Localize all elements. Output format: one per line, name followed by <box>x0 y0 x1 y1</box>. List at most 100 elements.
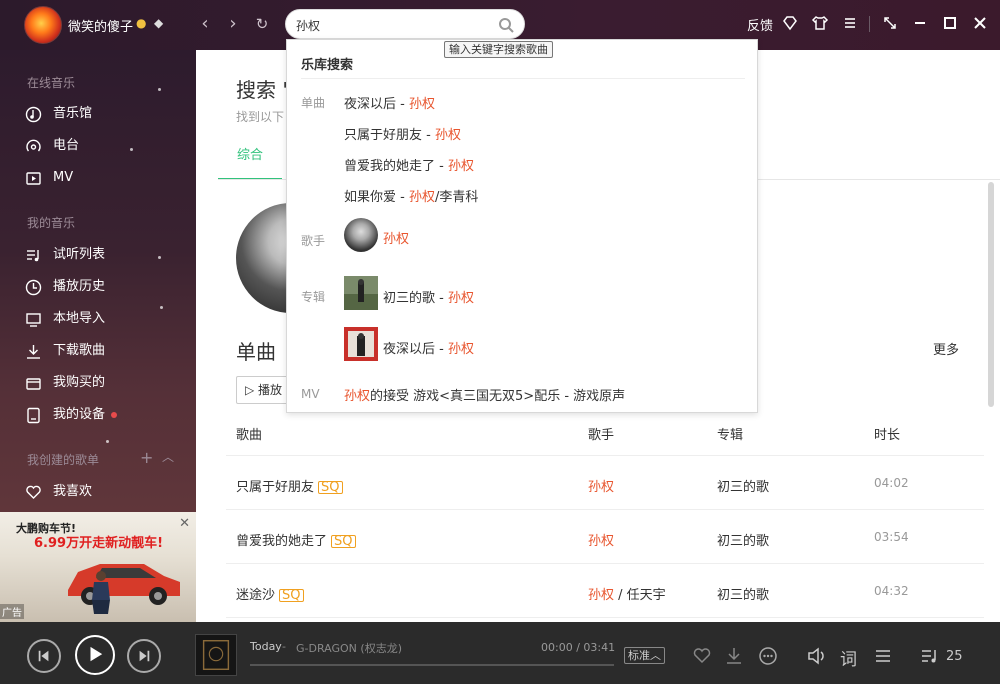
search-input[interactable] <box>296 16 486 34</box>
avatar[interactable] <box>24 6 62 44</box>
back-icon[interactable]: ‹ <box>194 13 216 35</box>
notification-dot <box>111 411 118 418</box>
more-link[interactable]: 更多 <box>933 339 959 358</box>
download-icon <box>27 345 40 359</box>
minimize-icon[interactable] <box>911 14 929 32</box>
previous-icon[interactable] <box>27 639 61 673</box>
ad-label: 广告 <box>0 604 24 619</box>
diamond-icon[interactable] <box>781 14 799 32</box>
suggestion-album[interactable]: 夜深以后 - 孙权 <box>383 338 474 357</box>
play-icon[interactable] <box>75 635 115 675</box>
album-cover[interactable] <box>344 327 378 361</box>
play-mode-icon[interactable] <box>873 646 893 666</box>
menu-icon[interactable] <box>841 14 859 32</box>
search-result-subtitle: 找到以下 <box>236 110 285 124</box>
play-all-button[interactable]: ▷ 播放 <box>236 376 292 404</box>
singer-avatar[interactable] <box>344 218 378 252</box>
suggestion-song[interactable]: 只属于好朋友 - 孙权 <box>344 124 461 143</box>
suggestion-song[interactable]: 如果你爱 - 孙权/李青科 <box>344 186 478 205</box>
suggestion-mv-title: 的接受 游戏<真三国无双5>配乐 - 游戏原声 <box>370 389 626 404</box>
tab-overview[interactable]: 综合 <box>218 146 282 180</box>
lyrics-button[interactable]: 词 <box>840 645 857 670</box>
duration: 04:32 <box>874 584 909 598</box>
level-badge-icon: ◆ <box>154 16 164 30</box>
search-tooltip: 输入关键字搜索歌曲 <box>444 41 553 58</box>
sidebar-item-play-queue[interactable]: 试听列表 <box>25 244 185 266</box>
sidebar-item-devices[interactable]: 我的设备 <box>25 404 185 426</box>
mini-mode-icon[interactable] <box>881 14 899 32</box>
sidebar-item-mv[interactable]: MV <box>25 167 185 189</box>
ad-banner[interactable]: 大鹏购车节! 6.99万开走新动靓车! 广告 ✕ <box>0 512 196 622</box>
skin-icon[interactable] <box>811 14 829 32</box>
sidebar-item-history[interactable]: 播放历史 <box>25 276 185 298</box>
like-icon[interactable] <box>692 646 712 666</box>
song-title[interactable]: 迷途沙 SQ <box>236 584 304 603</box>
forward-icon[interactable]: › <box>222 13 244 35</box>
more-options-icon[interactable] <box>758 646 778 666</box>
sidebar-item-label: 本地导入 <box>53 311 106 326</box>
search-suggestions-dropdown: 乐库搜索 单曲 夜深以后 - 孙权 只属于好朋友 - 孙权 曾爱我的她走了 - … <box>286 39 758 413</box>
decor-dot <box>106 440 109 443</box>
progress-bar[interactable] <box>250 664 614 666</box>
track-title[interactable]: Today <box>250 640 282 653</box>
sidebar-item-music-hall[interactable]: 音乐馆 <box>25 103 185 125</box>
ad-close-icon[interactable]: ✕ <box>179 516 190 531</box>
suggestion-album[interactable]: 初三的歌 - 孙权 <box>383 287 474 306</box>
feedback-link[interactable]: 反馈 <box>747 15 773 34</box>
header-album: 专辑 <box>717 428 744 443</box>
music-hall-icon <box>25 106 42 123</box>
sidebar-item-label: 电台 <box>53 138 80 153</box>
sidebar-item-radio[interactable]: 电台 <box>25 135 185 157</box>
artist-link[interactable]: 孙权 <box>588 476 614 495</box>
suggestion-title: 曾爱我的她走了 <box>344 159 436 174</box>
track-cover[interactable] <box>195 634 237 676</box>
username[interactable]: 微笑的傻子 <box>68 16 133 35</box>
close-icon[interactable] <box>971 14 989 32</box>
playlist-queue-icon[interactable] <box>920 646 940 666</box>
sidebar-item-local-import[interactable]: 本地导入 <box>25 308 185 330</box>
next-icon[interactable] <box>127 639 161 673</box>
search-icon[interactable] <box>498 17 514 33</box>
track-artist[interactable]: G-DRAGON (权志龙) <box>296 640 402 656</box>
song-title[interactable]: 曾爱我的她走了 SQ <box>236 530 356 549</box>
sidebar-item-favorites[interactable]: 我喜欢 <box>25 481 185 503</box>
decor-dot <box>158 256 161 259</box>
scrollbar[interactable] <box>988 182 994 407</box>
table-row[interactable]: 迷途沙 SQ 孙权 / 任天宇 初三的歌 04:32 <box>226 564 984 618</box>
suggestion-title: 如果你爱 <box>344 190 397 205</box>
search-result-title: 搜索 " <box>236 78 292 102</box>
sidebar-item-label: 我购买的 <box>53 375 106 390</box>
search-box[interactable] <box>285 9 525 39</box>
sidebar-item-downloads[interactable]: 下载歌曲 <box>25 340 185 362</box>
add-playlist-icon[interactable]: + <box>140 448 153 467</box>
sidebar-item-label: 下载歌曲 <box>53 343 106 358</box>
suggestion-song[interactable]: 曾爱我的她走了 - 孙权 <box>344 155 474 174</box>
artist-link[interactable]: 孙权 <box>588 588 614 603</box>
sidebar-item-label: 音乐馆 <box>53 106 93 121</box>
download-track-icon[interactable] <box>724 646 744 666</box>
artist-link[interactable]: 孙权 <box>588 530 614 549</box>
maximize-icon[interactable] <box>941 14 959 32</box>
album-link[interactable]: 初三的歌 <box>717 476 769 495</box>
song-title[interactable]: 只属于好朋友 SQ <box>236 476 343 495</box>
collapse-icon[interactable]: ︿ <box>162 448 174 465</box>
album-cover[interactable] <box>344 276 378 310</box>
section-created-playlists: 我创建的歌单 <box>27 453 100 467</box>
artist-link[interactable]: / 任天宇 <box>614 588 666 603</box>
category-mv: MV <box>301 387 320 401</box>
suggestion-mv[interactable]: 孙权的接受 游戏<真三国无双5>配乐 - 游戏原声 <box>344 385 625 404</box>
table-row[interactable]: 曾爱我的她走了 SQ 孙权 初三的歌 03:54 <box>226 510 984 564</box>
album-link[interactable]: 初三的歌 <box>717 584 769 603</box>
category-singer: 歌手 <box>301 234 326 248</box>
table-row[interactable]: 只属于好朋友 SQ 孙权 初三的歌 04:02 <box>226 456 984 510</box>
quality-selector[interactable]: 标准︿ <box>624 647 665 664</box>
refresh-icon[interactable]: ↻ <box>251 13 273 35</box>
suggestion-artist: 孙权 <box>408 97 435 112</box>
album-link[interactable]: 初三的歌 <box>717 530 769 549</box>
volume-icon[interactable] <box>806 646 826 666</box>
suggestion-song[interactable]: 夜深以后 - 孙权 <box>344 93 435 112</box>
header-song: 歌曲 <box>236 428 263 443</box>
suggestion-mv-highlight: 孙权 <box>344 389 371 404</box>
sidebar-item-purchased[interactable]: 我购买的 <box>25 372 185 394</box>
suggestion-singer[interactable]: 孙权 <box>383 228 409 247</box>
